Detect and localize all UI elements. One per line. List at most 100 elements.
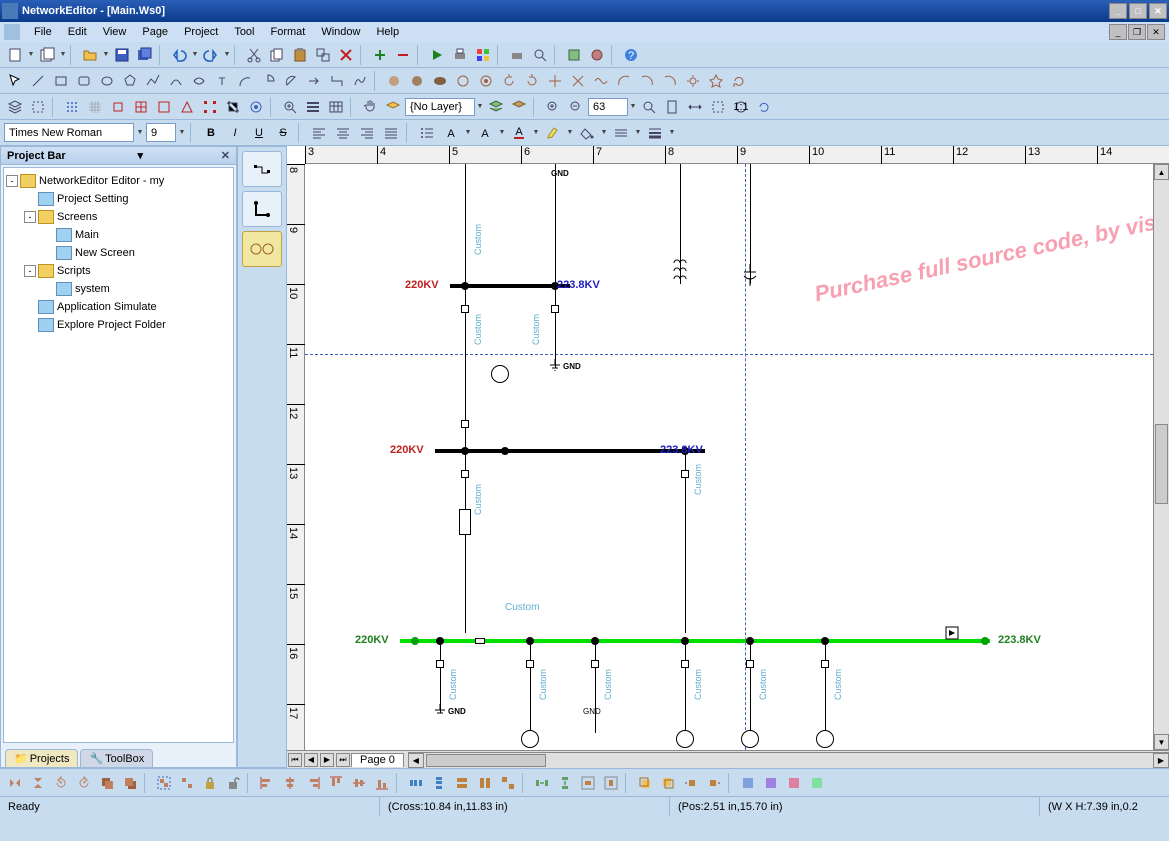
meter-symbol[interactable] — [676, 730, 694, 748]
snap-guides[interactable] — [107, 96, 129, 118]
minimize-button[interactable]: _ — [1109, 3, 1127, 19]
duplicate-button[interactable] — [312, 44, 334, 66]
underline-button[interactable]: U — [248, 122, 270, 144]
distribute-h[interactable] — [405, 772, 427, 794]
shape-diag[interactable] — [567, 70, 589, 92]
meter-symbol[interactable] — [741, 730, 759, 748]
maximize-button[interactable]: □ — [1129, 3, 1147, 19]
distribute-v[interactable] — [428, 772, 450, 794]
guide-horizontal[interactable] — [305, 354, 1153, 355]
shape-a[interactable] — [383, 70, 405, 92]
highlight-drop[interactable]: ▼ — [566, 129, 574, 136]
add-button[interactable] — [369, 44, 391, 66]
tree-node[interactable]: Explore Project Folder — [6, 316, 231, 334]
pointer-tool[interactable] — [4, 70, 26, 92]
crop-button[interactable] — [222, 96, 244, 118]
mdi-close-button[interactable]: ✕ — [1147, 24, 1165, 40]
send-back[interactable] — [119, 772, 141, 794]
scroll-thumb-h[interactable] — [426, 754, 546, 767]
anchors-button[interactable] — [199, 96, 221, 118]
misc-2[interactable] — [760, 772, 782, 794]
zoom-in2[interactable] — [542, 96, 564, 118]
horizontal-scrollbar[interactable]: ◀ ▶ — [408, 752, 1169, 768]
tree-label[interactable]: Explore Project Folder — [57, 319, 166, 331]
misc-4[interactable] — [806, 772, 828, 794]
meter-symbol[interactable] — [816, 730, 834, 748]
palette-item-1[interactable] — [242, 151, 282, 187]
shape-rotleft[interactable] — [498, 70, 520, 92]
polyline-tool[interactable] — [142, 70, 164, 92]
same-height[interactable] — [474, 772, 496, 794]
menu-project[interactable]: Project — [176, 24, 226, 40]
highlight-button[interactable] — [542, 122, 564, 144]
freehand-tool[interactable] — [349, 70, 371, 92]
tree-node[interactable]: New Screen — [6, 244, 231, 262]
remove-button[interactable] — [392, 44, 414, 66]
group[interactable] — [153, 772, 175, 794]
scroll-right[interactable]: ▶ — [1153, 753, 1169, 768]
connector-tool[interactable] — [326, 70, 348, 92]
capacitor-symbol[interactable] — [742, 264, 758, 286]
undo-dropdown[interactable]: ▼ — [191, 51, 199, 58]
shape-refresh[interactable] — [728, 70, 750, 92]
font-letter[interactable]: A — [440, 122, 462, 144]
open-dropdown[interactable]: ▼ — [102, 51, 110, 58]
zoom-width[interactable] — [684, 96, 706, 118]
line-style-drop[interactable]: ▼ — [634, 129, 642, 136]
same-size[interactable] — [497, 772, 519, 794]
drawing-canvas[interactable]: Purchase full source code, by visit GND … — [305, 164, 1153, 750]
zoom-input[interactable]: 63 — [588, 98, 628, 116]
unlock[interactable] — [222, 772, 244, 794]
closed-curve-tool[interactable] — [188, 70, 210, 92]
layer-dropdown[interactable]: ▼ — [476, 103, 484, 110]
align-justify[interactable] — [380, 122, 402, 144]
line-weight-drop[interactable]: ▼ — [668, 129, 676, 136]
new-page-dropdown[interactable]: ▼ — [59, 51, 67, 58]
shape-rotright[interactable] — [521, 70, 543, 92]
switch-symbol[interactable] — [681, 660, 689, 668]
scroll-thumb-v[interactable] — [1155, 424, 1168, 504]
scroll-left[interactable]: ◀ — [408, 753, 424, 768]
ellipse-tool[interactable] — [96, 70, 118, 92]
tree-node[interactable]: -NetworkEditor Editor - my — [6, 172, 231, 190]
tab-projects[interactable]: 📁 Projects — [5, 749, 78, 767]
font-size-combo[interactable]: 9 — [146, 123, 176, 142]
page-last[interactable]: ⏭ — [336, 753, 350, 767]
line[interactable] — [750, 643, 751, 733]
switch-symbol[interactable] — [746, 660, 754, 668]
bus-node[interactable] — [501, 447, 509, 455]
roundrect-tool[interactable] — [73, 70, 95, 92]
nudge-right[interactable] — [703, 772, 725, 794]
pan-tool[interactable] — [359, 96, 381, 118]
align-center[interactable] — [332, 122, 354, 144]
delete-button[interactable] — [335, 44, 357, 66]
curve-tool[interactable] — [165, 70, 187, 92]
shape-arc2[interactable] — [636, 70, 658, 92]
shape-gear[interactable] — [682, 70, 704, 92]
show-triangle[interactable] — [176, 96, 198, 118]
polygon-tool[interactable] — [119, 70, 141, 92]
font-small-drop[interactable]: ▼ — [498, 129, 506, 136]
line[interactable] — [555, 288, 556, 368]
print-button[interactable] — [449, 44, 471, 66]
switch-symbol[interactable] — [526, 660, 534, 668]
shape-e[interactable] — [475, 70, 497, 92]
tree-label[interactable]: Screens — [57, 211, 97, 223]
tree-expand[interactable]: - — [24, 265, 36, 277]
switch-symbol[interactable] — [436, 660, 444, 668]
menu-file[interactable]: File — [26, 24, 60, 40]
switch-symbol[interactable] — [551, 305, 559, 313]
mdi-restore-button[interactable]: ❐ — [1128, 24, 1146, 40]
space-h[interactable] — [531, 772, 553, 794]
align-left-obj[interactable] — [256, 772, 278, 794]
shape-cross[interactable] — [544, 70, 566, 92]
font-name-combo[interactable]: Times New Roman — [4, 123, 134, 142]
line[interactable] — [595, 643, 596, 733]
switch-symbol[interactable] — [461, 470, 469, 478]
play-marker[interactable] — [945, 626, 959, 640]
italic-button[interactable]: I — [224, 122, 246, 144]
line-style[interactable] — [610, 122, 632, 144]
redo-dropdown[interactable]: ▼ — [223, 51, 231, 58]
line[interactable] — [685, 643, 686, 733]
ground-symbol[interactable] — [434, 704, 446, 716]
